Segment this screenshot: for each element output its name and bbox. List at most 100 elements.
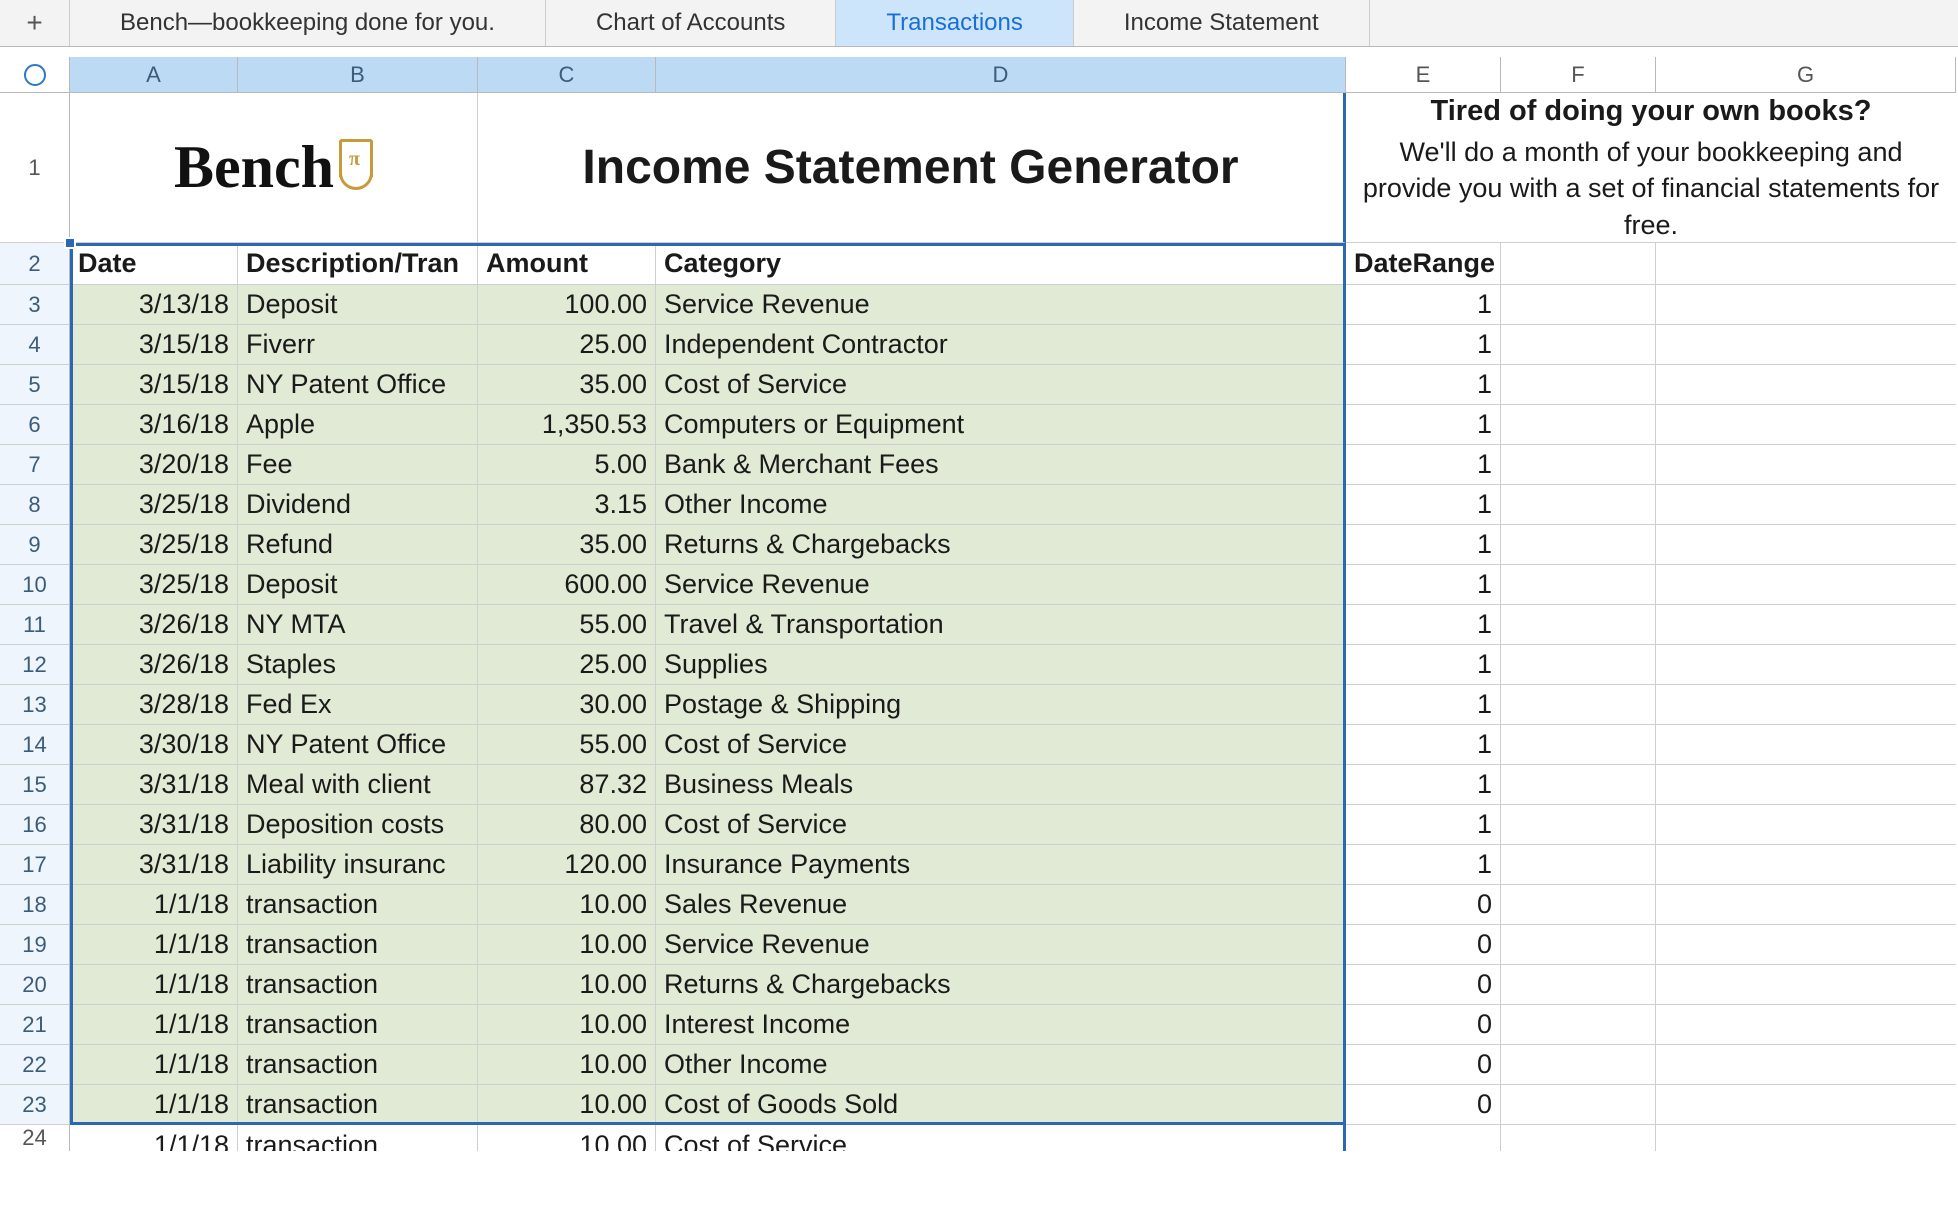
cell-amount[interactable]: 10.00 xyxy=(478,885,656,925)
cell-date[interactable]: 3/31/18 xyxy=(70,765,238,805)
cell-amount[interactable]: 100.00 xyxy=(478,285,656,325)
cell-category[interactable]: Returns & Chargebacks xyxy=(656,525,1346,565)
cell-amount[interactable]: 600.00 xyxy=(478,565,656,605)
cell-daterange[interactable]: 0 xyxy=(1346,1005,1501,1045)
cell-description[interactable]: Liability insuranc xyxy=(238,845,478,885)
cell-daterange[interactable]: 1 xyxy=(1346,725,1501,765)
cell-g[interactable] xyxy=(1656,565,1956,605)
cell-amount[interactable]: 25.00 xyxy=(478,325,656,365)
tab-chart-of-accounts[interactable]: Chart of Accounts xyxy=(546,0,836,46)
cell-amount[interactable]: 10.00 xyxy=(478,1085,656,1125)
cell-g[interactable] xyxy=(1656,325,1956,365)
cell-category[interactable]: Cost of Service xyxy=(656,365,1346,405)
row-header[interactable]: 12 xyxy=(0,645,70,685)
cell-description[interactable]: Meal with client xyxy=(238,765,478,805)
cell-date[interactable]: 1/1/18 xyxy=(70,1125,238,1151)
cell-description[interactable]: transaction xyxy=(238,925,478,965)
cell-amount[interactable]: 55.00 xyxy=(478,725,656,765)
cell-description[interactable]: NY MTA xyxy=(238,605,478,645)
cell-g[interactable] xyxy=(1656,925,1956,965)
cell-date[interactable]: 3/25/18 xyxy=(70,565,238,605)
cell-category[interactable]: Supplies xyxy=(656,645,1346,685)
cell-description[interactable]: Deposit xyxy=(238,285,478,325)
cell-description[interactable]: transaction xyxy=(238,1045,478,1085)
cell-category[interactable]: Service Revenue xyxy=(656,565,1346,605)
cell-g2[interactable] xyxy=(1656,243,1956,285)
row-header[interactable]: 11 xyxy=(0,605,70,645)
row-header[interactable]: 19 xyxy=(0,925,70,965)
cell-g[interactable] xyxy=(1656,1045,1956,1085)
cell-f[interactable] xyxy=(1501,285,1656,325)
cell-g[interactable] xyxy=(1656,765,1956,805)
row-header[interactable]: 4 xyxy=(0,325,70,365)
cell-amount[interactable]: 87.32 xyxy=(478,765,656,805)
col-header-f[interactable]: F xyxy=(1501,57,1656,92)
cell-g[interactable] xyxy=(1656,605,1956,645)
cell-amount[interactable]: 30.00 xyxy=(478,685,656,725)
cell-g[interactable] xyxy=(1656,525,1956,565)
cell-category[interactable]: Returns & Chargebacks xyxy=(656,965,1346,1005)
cell-date[interactable]: 3/28/18 xyxy=(70,685,238,725)
cell-daterange[interactable]: 1 xyxy=(1346,805,1501,845)
cell-description[interactable]: NY Patent Office xyxy=(238,725,478,765)
cell-date[interactable]: 1/1/18 xyxy=(70,1085,238,1125)
cell-date[interactable]: 3/30/18 xyxy=(70,725,238,765)
cell-g[interactable] xyxy=(1656,965,1956,1005)
cell-category[interactable]: Sales Revenue xyxy=(656,885,1346,925)
col-title-description[interactable]: Description/Tran xyxy=(238,243,478,285)
cell-date[interactable]: 3/26/18 xyxy=(70,645,238,685)
cell-g[interactable] xyxy=(1656,1085,1956,1125)
cell-description[interactable]: Deposit xyxy=(238,565,478,605)
cell-f[interactable] xyxy=(1501,1045,1656,1085)
cell-amount[interactable]: 55.00 xyxy=(478,605,656,645)
col-header-b[interactable]: B xyxy=(238,57,478,92)
cell-date[interactable]: 3/16/18 xyxy=(70,405,238,445)
cell-date[interactable]: 1/1/18 xyxy=(70,965,238,1005)
cell-daterange[interactable]: 1 xyxy=(1346,565,1501,605)
row-header[interactable]: 7 xyxy=(0,445,70,485)
cell-f[interactable] xyxy=(1501,885,1656,925)
cell-category[interactable]: Cost of Goods Sold xyxy=(656,1085,1346,1125)
cell-f[interactable] xyxy=(1501,1125,1656,1151)
cell-daterange[interactable]: 1 xyxy=(1346,325,1501,365)
cell-category[interactable]: Other Income xyxy=(656,485,1346,525)
cell-f[interactable] xyxy=(1501,725,1656,765)
row-header[interactable]: 17 xyxy=(0,845,70,885)
cell-amount[interactable]: 35.00 xyxy=(478,525,656,565)
cell-f2[interactable] xyxy=(1501,243,1656,285)
cell-f[interactable] xyxy=(1501,1085,1656,1125)
cell-category[interactable]: Interest Income xyxy=(656,1005,1346,1045)
col-header-d[interactable]: D xyxy=(656,57,1346,92)
cell-date[interactable]: 3/26/18 xyxy=(70,605,238,645)
cell-date[interactable]: 3/31/18 xyxy=(70,845,238,885)
cell-f[interactable] xyxy=(1501,485,1656,525)
cell-description[interactable]: Dividend xyxy=(238,485,478,525)
cell-description[interactable]: Refund xyxy=(238,525,478,565)
cell-daterange[interactable] xyxy=(1346,1125,1501,1151)
cell-g[interactable] xyxy=(1656,645,1956,685)
col-header-g[interactable]: G xyxy=(1656,57,1956,92)
cell-description[interactable]: Deposition costs xyxy=(238,805,478,845)
cell-date[interactable]: 1/1/18 xyxy=(70,1045,238,1085)
col-header-c[interactable]: C xyxy=(478,57,656,92)
cell-amount[interactable]: 80.00 xyxy=(478,805,656,845)
col-title-amount[interactable]: Amount xyxy=(478,243,656,285)
cell-description[interactable]: Fee xyxy=(238,445,478,485)
row-header[interactable]: 24 xyxy=(0,1125,70,1151)
cell-daterange[interactable]: 1 xyxy=(1346,845,1501,885)
cell-daterange[interactable]: 1 xyxy=(1346,405,1501,445)
cell-amount[interactable]: 10.00 xyxy=(478,965,656,1005)
cell-daterange[interactable]: 1 xyxy=(1346,525,1501,565)
cell-daterange[interactable]: 1 xyxy=(1346,445,1501,485)
tab-income-statement[interactable]: Income Statement xyxy=(1074,0,1370,46)
cell-amount[interactable]: 5.00 xyxy=(478,445,656,485)
cell-daterange[interactable]: 0 xyxy=(1346,1085,1501,1125)
cell-amount[interactable]: 35.00 xyxy=(478,365,656,405)
cell-category[interactable]: Business Meals xyxy=(656,765,1346,805)
cell-f[interactable] xyxy=(1501,325,1656,365)
cell-f[interactable] xyxy=(1501,965,1656,1005)
cell-f[interactable] xyxy=(1501,1005,1656,1045)
tab-bench[interactable]: Bench—bookkeeping done for you. xyxy=(70,0,546,46)
cell-category[interactable]: Independent Contractor xyxy=(656,325,1346,365)
cell-amount[interactable]: 25.00 xyxy=(478,645,656,685)
